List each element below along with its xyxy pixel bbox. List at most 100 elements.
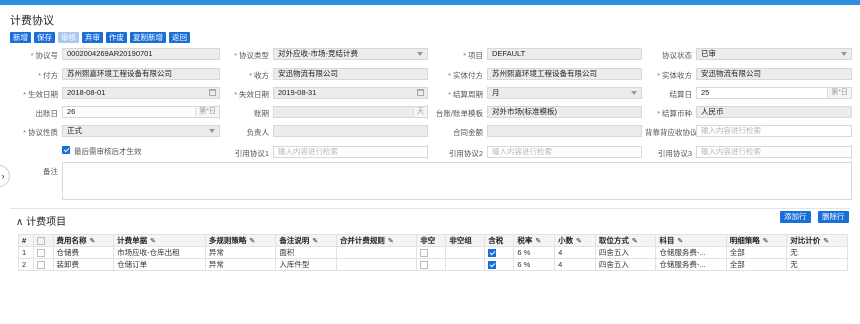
chevron-down-icon[interactable] — [631, 91, 637, 95]
void-button[interactable]: 作废 — [106, 32, 127, 43]
table-cell[interactable]: 四舍五入 — [594, 258, 657, 271]
r5-field-1-input[interactable] — [273, 125, 428, 137]
table-cell[interactable] — [445, 246, 486, 259]
table-cell[interactable] — [335, 258, 418, 271]
copy-add-button[interactable]: 复制新增 — [130, 32, 166, 43]
table-cell[interactable]: 无 — [786, 246, 848, 259]
delete-row-button[interactable]: 删除行 — [818, 211, 849, 223]
table-cell[interactable] — [335, 246, 418, 259]
table-cell[interactable]: 异常 — [204, 246, 277, 259]
r2-field-2-input[interactable]: 苏州熙嘉环境工程设备有限公司 — [487, 68, 642, 80]
table-cell[interactable]: 1 — [18, 246, 34, 259]
select-all-checkbox[interactable] — [36, 237, 45, 245]
table-cell[interactable] — [32, 258, 54, 271]
column-header[interactable]: 合并计费规则 ✎ — [335, 234, 418, 247]
column-header[interactable]: 税率 ✎ — [513, 234, 556, 247]
r2-field-1-input[interactable]: 安迅物流有限公司 — [273, 68, 428, 80]
chevron-down-icon[interactable] — [841, 52, 847, 56]
column-header[interactable]: # — [18, 234, 34, 247]
column-header[interactable]: 小数 ✎ — [554, 234, 596, 247]
r1-field-0-input[interactable]: 0002004269AR20190701 — [62, 48, 220, 60]
r1-field-1-input[interactable]: 对外应收-市场-竞结计费 — [273, 48, 428, 60]
row-checkbox[interactable] — [420, 249, 429, 257]
add-button[interactable]: 新增 — [10, 32, 31, 43]
remark-textarea[interactable] — [62, 162, 852, 200]
column-header[interactable]: 明细策略 ✎ — [725, 234, 788, 247]
r6-field-1-input[interactable]: 输入内容进行检索 — [487, 146, 642, 158]
row-checkbox[interactable] — [420, 261, 429, 269]
table-cell[interactable]: 市场应收-仓库出租 — [113, 246, 206, 259]
audit-effective-checkbox[interactable] — [62, 146, 70, 154]
table-row[interactable]: 1 仓储费 市场应收-仓库出租 异常 面积 6 % 4 四舍五入 仓储服务费-... 全部无 — [18, 246, 848, 259]
r3-field-0-input[interactable]: 2018-08-01 — [62, 87, 220, 99]
table-cell[interactable] — [416, 246, 447, 259]
r1-field-2-input[interactable]: DEFAULT — [487, 48, 642, 60]
column-header[interactable]: 多规则策略 ✎ — [204, 234, 277, 247]
table-cell[interactable]: 2 — [18, 258, 34, 271]
r5-field-3-input[interactable]: 输入内容进行检索 — [696, 125, 852, 137]
expand-panel-toggle[interactable]: › — [0, 165, 10, 187]
table-cell[interactable]: 仓储订单 — [113, 258, 206, 271]
r4-field-1-input[interactable]: 天 — [273, 106, 428, 118]
table-cell[interactable]: 异常 — [204, 258, 277, 271]
chevron-down-icon[interactable] — [417, 52, 423, 56]
audit-button[interactable]: 审核 — [58, 32, 79, 43]
tax-included-checkbox[interactable] — [488, 249, 497, 257]
column-header[interactable]: 备注说明 ✎ — [275, 234, 337, 247]
column-header[interactable]: 科目 ✎ — [655, 234, 727, 247]
column-header[interactable]: 费用名称 ✎ — [52, 234, 115, 247]
required-mark: * — [234, 51, 237, 60]
table-cell[interactable]: 面积 — [275, 246, 337, 259]
calendar-icon[interactable] — [417, 89, 424, 96]
row-checkbox[interactable] — [36, 249, 45, 257]
column-header[interactable]: 取位方式 ✎ — [594, 234, 657, 247]
table-cell[interactable]: 6 % — [513, 258, 556, 271]
table-cell[interactable] — [484, 246, 515, 259]
table-cell[interactable]: 无 — [786, 258, 848, 271]
r4-field-2-input[interactable]: 对外市场(标准模板) — [487, 106, 642, 118]
unaudit-button[interactable]: 弃审 — [82, 32, 103, 43]
r3-field-2-input[interactable]: 月 — [487, 87, 642, 99]
table-cell[interactable]: 4 — [554, 258, 596, 271]
column-header[interactable]: 对比计价 ✎ — [786, 234, 848, 247]
r2-field-0-input[interactable]: 苏州熙嘉环境工程设备有限公司 — [62, 68, 220, 80]
r4-field-3-input[interactable]: 人民币 — [696, 106, 852, 118]
add-row-button[interactable]: 添加行 — [780, 211, 811, 223]
column-header[interactable] — [32, 234, 54, 247]
table-cell[interactable]: 仓储服务费-... — [655, 246, 727, 259]
row-checkbox[interactable] — [36, 261, 45, 269]
table-cell[interactable]: 6 % — [513, 246, 556, 259]
table-cell[interactable]: 入库件型 — [275, 258, 337, 271]
chevron-down-icon[interactable] — [209, 129, 215, 133]
table-row[interactable]: 2 装卸费 仓储订单 异常 入库件型 6 % 4 四舍五入 仓储服务费-... 全部无 — [18, 258, 848, 271]
r5-field-0-input[interactable]: 正式 — [62, 125, 220, 137]
column-header[interactable]: 含税 — [484, 234, 515, 247]
r2-field-3-input[interactable]: 安迅物流有限公司 — [696, 68, 852, 80]
calendar-icon[interactable] — [209, 89, 216, 96]
table-cell[interactable] — [445, 258, 486, 271]
column-header[interactable]: 非空 — [416, 234, 447, 247]
column-header[interactable]: 非空组 — [445, 234, 486, 247]
table-cell[interactable]: 仓储服务费-... — [655, 258, 727, 271]
table-cell[interactable]: 全部 — [725, 258, 788, 271]
table-cell[interactable]: 四舍五入 — [594, 246, 657, 259]
r3-field-3-input[interactable]: 25 第*日 — [696, 87, 852, 99]
table-cell[interactable]: 全部 — [725, 246, 788, 259]
column-header[interactable]: 计费单据 ✎ — [113, 234, 206, 247]
table-cell[interactable]: 4 — [554, 246, 596, 259]
r4-field-0-input[interactable]: 26 第*日 — [62, 106, 220, 118]
save-button[interactable]: 保存 — [34, 32, 55, 43]
back-button[interactable]: 返回 — [169, 32, 190, 43]
field-value: 输入内容进行检索 — [701, 126, 761, 135]
r6-field-2-input[interactable]: 输入内容进行检索 — [696, 146, 852, 158]
table-cell[interactable]: 仓储费 — [52, 246, 115, 259]
tax-included-checkbox[interactable] — [488, 261, 497, 269]
r3-field-1-input[interactable]: 2019-08-31 — [273, 87, 428, 99]
table-cell[interactable] — [32, 246, 54, 259]
r6-field-0-input[interactable]: 输入内容进行检索 — [273, 146, 428, 158]
r1-field-3-input[interactable]: 已审 — [696, 48, 852, 60]
table-cell[interactable] — [484, 258, 515, 271]
table-cell[interactable] — [416, 258, 447, 271]
table-cell[interactable]: 装卸费 — [52, 258, 115, 271]
r5-field-2-input[interactable] — [487, 125, 642, 137]
